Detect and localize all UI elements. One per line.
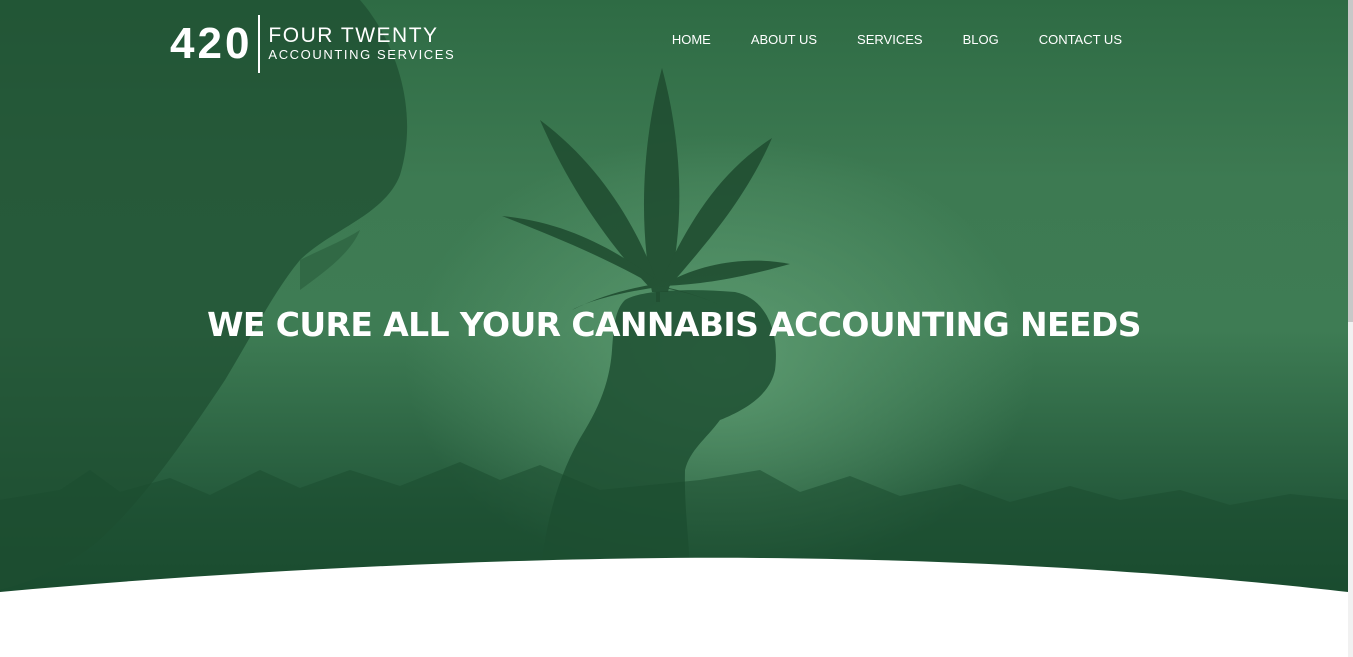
hero-section: 420 FOUR TWENTY ACCOUNTING SERVICES HOME… bbox=[0, 0, 1348, 600]
page: 420 FOUR TWENTY ACCOUNTING SERVICES HOME… bbox=[0, 0, 1353, 657]
hero-background-image bbox=[0, 0, 1348, 600]
logo-divider bbox=[258, 15, 261, 73]
logo-title: FOUR TWENTY bbox=[268, 24, 439, 47]
hero-headline: WE CURE ALL YOUR CANNABIS ACCOUNTING NEE… bbox=[207, 305, 1141, 344]
nav-item-home[interactable]: HOME bbox=[652, 30, 731, 50]
cannabis-leaf-icon bbox=[502, 68, 790, 310]
scrollbar-thumb[interactable] bbox=[1348, 0, 1353, 322]
nav-item-blog[interactable]: BLOG bbox=[943, 30, 1019, 50]
nav-item-about-us[interactable]: ABOUT US bbox=[731, 30, 837, 50]
logo-subtitle: ACCOUNTING SERVICES bbox=[268, 47, 456, 62]
nav-item-contact-us[interactable]: CONTACT US bbox=[1019, 30, 1122, 50]
site-logo[interactable]: 420 FOUR TWENTY ACCOUNTING SERVICES bbox=[170, 14, 455, 74]
main-nav: HOME ABOUT US SERVICES BLOG CONTACT US bbox=[652, 30, 1122, 50]
logo-number: 420 bbox=[170, 19, 253, 68]
logo-text: FOUR TWENTY ACCOUNTING SERVICES bbox=[268, 25, 455, 63]
page-scrollbar[interactable] bbox=[1348, 0, 1353, 657]
nav-item-services[interactable]: SERVICES bbox=[837, 30, 943, 50]
